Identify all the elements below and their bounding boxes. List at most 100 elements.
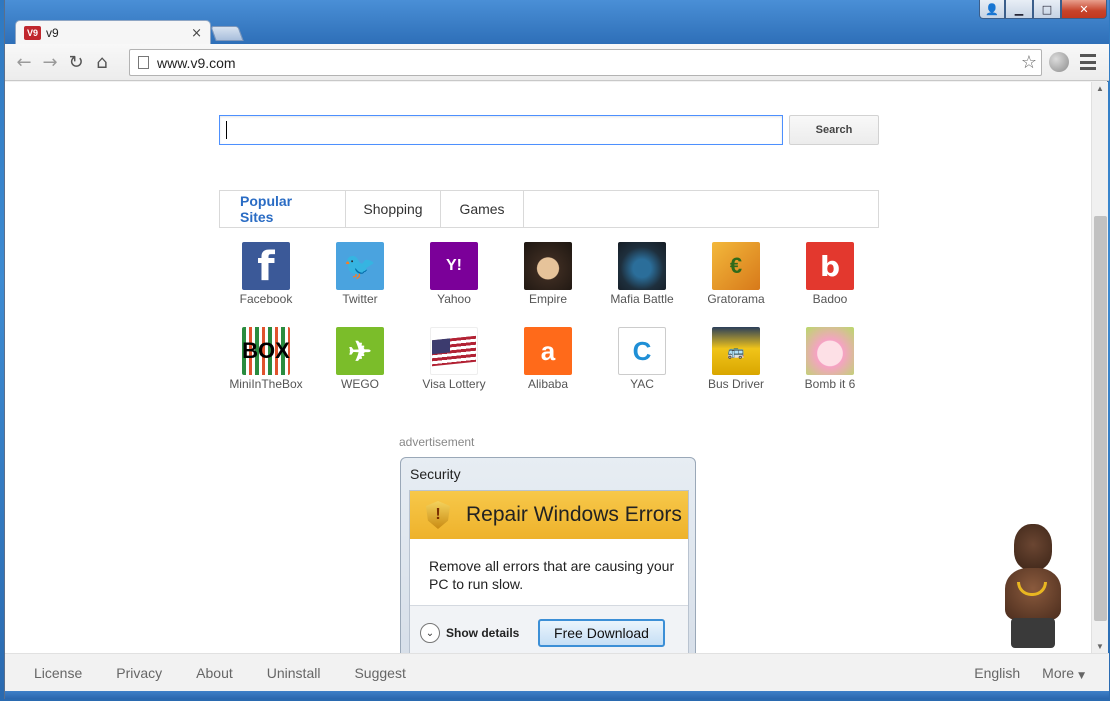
tab-strip: 👤 ▁ □ ✕ V9 v9 × <box>5 0 1109 45</box>
site-label[interactable]: MiniInTheBox <box>229 377 302 391</box>
us-flag-icon <box>432 335 476 367</box>
site-label[interactable]: Twitter <box>342 292 377 306</box>
show-details-link[interactable]: Show details <box>446 626 519 640</box>
footer-link-privacy[interactable]: Privacy <box>116 665 162 681</box>
window-bottom-edge <box>5 691 1109 699</box>
mafia-battle-icon[interactable] <box>618 242 666 290</box>
mascot-legs <box>1011 618 1055 648</box>
site-label[interactable]: Mafia Battle <box>610 292 673 306</box>
chevron-down-icon[interactable]: ⌄ <box>420 623 440 643</box>
flag-icon[interactable] <box>430 327 478 375</box>
forward-arrow-icon[interactable]: → <box>37 49 63 75</box>
minimize-button[interactable]: ▁ <box>1005 0 1033 19</box>
site-tile-gratorama[interactable]: € Gratorama <box>689 242 783 306</box>
address-bar[interactable]: www.v9.com ☆ <box>129 49 1042 76</box>
footer-link-suggest[interactable]: Suggest <box>354 665 405 681</box>
site-label[interactable]: Empire <box>529 292 567 306</box>
site-tile-mafia-battle[interactable]: Mafia Battle <box>595 242 689 306</box>
page-content: Search Popular Sites Shopping Games f Fa… <box>5 82 1091 653</box>
browser-window: 👤 ▁ □ ✕ V9 v9 × ← → ↻ ⌂ www.v9.com ☆ Sea… <box>4 0 1109 699</box>
gratorama-icon[interactable]: € <box>712 242 760 290</box>
ad-banner: ! Repair Windows Errors <box>410 491 688 539</box>
scroll-thumb[interactable] <box>1094 216 1107 621</box>
page-footer: License Privacy About Uninstall Suggest … <box>5 653 1109 691</box>
footer-link-uninstall[interactable]: Uninstall <box>267 665 321 681</box>
ad-security-window[interactable]: Security ! Repair Windows Errors Remove … <box>400 457 696 653</box>
window-controls: 👤 ▁ □ ✕ <box>979 0 1107 19</box>
browser-tab[interactable]: V9 v9 × <box>15 20 211 45</box>
twitter-icon[interactable]: 🐦 <box>336 242 384 290</box>
bus-icon[interactable]: 🚌 <box>712 327 760 375</box>
site-tile-bomb-it[interactable]: Bomb it 6 <box>783 327 877 391</box>
more-label: More <box>1042 665 1075 681</box>
language-selector[interactable]: English <box>974 665 1020 681</box>
site-tile-badoo[interactable]: b Badoo <box>783 242 877 306</box>
site-label[interactable]: Badoo <box>813 292 848 306</box>
site-label[interactable]: WEGO <box>341 377 379 391</box>
site-label[interactable]: Bus Driver <box>708 377 764 391</box>
site-tile-miniinthebox[interactable]: BOX MiniInTheBox <box>219 327 313 391</box>
warning-shield-icon: ! <box>426 501 450 529</box>
site-tile-bus-driver[interactable]: 🚌 Bus Driver <box>689 327 783 391</box>
search-input[interactable] <box>219 115 783 145</box>
reload-icon[interactable]: ↻ <box>63 49 89 75</box>
site-label[interactable]: Visa Lottery <box>422 377 485 391</box>
ad-body-text: Remove all errors that are causing your … <box>429 558 675 592</box>
back-arrow-icon[interactable]: ← <box>11 49 37 75</box>
ad-panel: ! Repair Windows Errors Remove all error… <box>409 490 689 653</box>
alibaba-icon[interactable]: a <box>524 327 572 375</box>
wego-icon[interactable]: ✈ <box>336 327 384 375</box>
url-text[interactable]: www.v9.com <box>157 55 1021 71</box>
tab-popular-sites[interactable]: Popular Sites <box>220 191 346 227</box>
site-tile-yac[interactable]: C YAC <box>595 327 689 391</box>
maximize-button[interactable]: □ <box>1033 0 1061 19</box>
search-button[interactable]: Search <box>789 115 879 145</box>
footer-link-license[interactable]: License <box>34 665 82 681</box>
site-tile-facebook[interactable]: f Facebook <box>219 242 313 306</box>
scroll-up-icon[interactable]: ▲ <box>1096 84 1104 93</box>
site-tile-empire[interactable]: Empire <box>501 242 595 306</box>
site-tile-visa-lottery[interactable]: Visa Lottery <box>407 327 501 391</box>
facebook-icon[interactable]: f <box>242 242 290 290</box>
yahoo-icon[interactable]: Y! <box>430 242 478 290</box>
empire-icon[interactable] <box>524 242 572 290</box>
site-tile-twitter[interactable]: 🐦 Twitter <box>313 242 407 306</box>
advertisement-label: advertisement <box>399 435 475 449</box>
ad-footer: ⌄ Show details Free Download <box>410 605 688 653</box>
site-grid: f Facebook 🐦 Twitter Y! Yahoo Empire Maf… <box>219 242 879 391</box>
site-tile-yahoo[interactable]: Y! Yahoo <box>407 242 501 306</box>
site-label[interactable]: Yahoo <box>437 292 471 306</box>
user-icon[interactable]: 👤 <box>979 0 1005 19</box>
free-download-button[interactable]: Free Download <box>538 619 665 647</box>
miniinthebox-icon[interactable]: BOX <box>242 327 290 375</box>
site-label[interactable]: Facebook <box>240 292 293 306</box>
badoo-icon[interactable]: b <box>806 242 854 290</box>
scroll-down-icon[interactable]: ▼ <box>1096 642 1104 651</box>
site-label[interactable]: Gratorama <box>707 292 764 306</box>
site-tile-alibaba[interactable]: a Alibaba <box>501 327 595 391</box>
site-label[interactable]: YAC <box>630 377 654 391</box>
footer-right: English More ▼ <box>974 665 1085 681</box>
tab-shopping[interactable]: Shopping <box>346 191 441 227</box>
yac-icon[interactable]: C <box>618 327 666 375</box>
site-tile-wego[interactable]: ✈ WEGO <box>313 327 407 391</box>
mascot-character-icon[interactable] <box>997 524 1067 648</box>
ad-headline: Repair Windows Errors <box>466 503 682 526</box>
page-icon <box>138 56 149 69</box>
site-label[interactable]: Alibaba <box>528 377 568 391</box>
site-label[interactable]: Bomb it 6 <box>805 377 856 391</box>
home-icon[interactable]: ⌂ <box>89 49 115 75</box>
vertical-scrollbar[interactable]: ▲ ▼ <box>1091 82 1108 653</box>
close-window-button[interactable]: ✕ <box>1061 0 1107 19</box>
new-tab-button[interactable] <box>210 26 244 41</box>
footer-link-about[interactable]: About <box>196 665 233 681</box>
more-menu[interactable]: More ▼ <box>1042 665 1085 681</box>
menu-icon[interactable] <box>1080 54 1096 70</box>
tab-title: v9 <box>46 26 59 40</box>
bookmark-star-icon[interactable]: ☆ <box>1021 52 1037 73</box>
bomb-it-icon[interactable] <box>806 327 854 375</box>
tab-games[interactable]: Games <box>441 191 524 227</box>
caret-down-icon: ▼ <box>1078 671 1085 681</box>
globe-icon[interactable] <box>1049 52 1069 72</box>
tab-close-icon[interactable]: × <box>191 26 202 41</box>
